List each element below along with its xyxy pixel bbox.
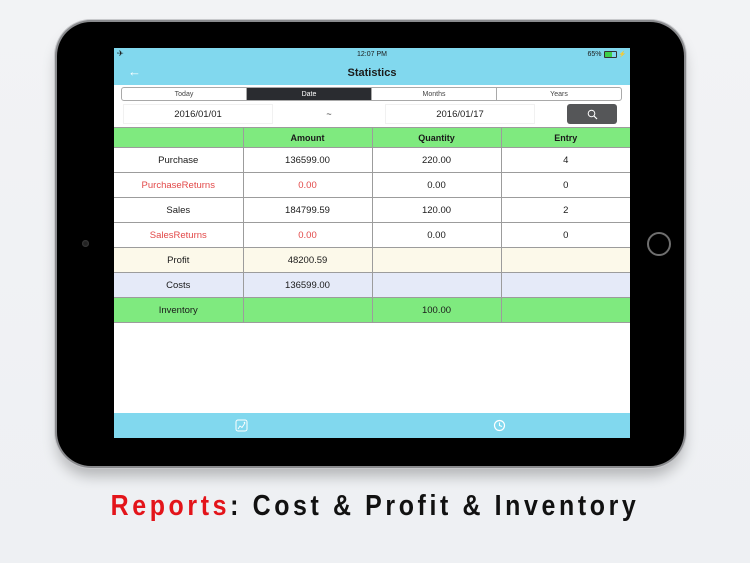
status-time: 12:07 PM <box>357 51 387 58</box>
segment-date[interactable]: Date <box>247 88 372 100</box>
table-row-costs: Costs 136599.00 <box>114 272 630 298</box>
column-header-amount: Amount <box>242 127 373 148</box>
quantity-cell: 120.00 <box>371 197 502 223</box>
page-title: Statistics <box>347 67 397 79</box>
chart-icon[interactable] <box>235 419 248 432</box>
quantity-cell: 220.00 <box>371 147 502 173</box>
table-header-row: Amount Quantity Entry <box>114 127 630 148</box>
date-range-row: 2016/01/01 ~ 2016/01/17 <box>123 104 623 124</box>
row-label: Profit <box>114 247 244 273</box>
clock-icon[interactable] <box>493 419 506 432</box>
date-separator: ~ <box>326 109 332 119</box>
home-button[interactable] <box>647 232 671 256</box>
table-row-purchase-returns[interactable]: PurchaseReturns 0.00 0.00 0 <box>114 172 630 198</box>
nav-bar: ✈ 12:07 PM 65% ⚡ ← Statistics <box>114 48 630 85</box>
amount-cell: 48200.59 <box>242 247 373 273</box>
battery-percent: 65% <box>587 51 602 58</box>
battery-status: 65% ⚡ <box>587 51 626 58</box>
row-label: Costs <box>114 272 244 298</box>
amount-cell: 136599.00 <box>242 147 373 173</box>
table-row-inventory[interactable]: Inventory 100.00 <box>114 297 630 323</box>
entry-cell: 0 <box>500 222 630 248</box>
segment-today[interactable]: Today <box>122 88 247 100</box>
entry-cell: 4 <box>500 147 630 173</box>
quantity-cell <box>371 247 502 273</box>
end-date-field[interactable]: 2016/01/17 <box>385 104 535 124</box>
table-row-sales[interactable]: Sales 184799.59 120.00 2 <box>114 197 630 223</box>
entry-cell <box>500 297 630 323</box>
column-header-label <box>114 127 244 148</box>
bottom-tab-bar <box>114 413 630 438</box>
search-button[interactable] <box>567 104 617 124</box>
front-camera <box>82 240 89 247</box>
column-header-entry: Entry <box>500 127 630 148</box>
row-label: Inventory <box>114 297 244 323</box>
entry-cell: 0 <box>500 172 630 198</box>
table-row-sales-returns[interactable]: SalesReturns 0.00 0.00 0 <box>114 222 630 248</box>
quantity-cell: 100.00 <box>371 297 502 323</box>
promo-caption: Reports: Cost & Profit & Inventory <box>53 490 698 523</box>
caption-highlight: Reports <box>110 490 231 522</box>
caption-rest: : Cost & Profit & Inventory <box>230 490 640 522</box>
amount-cell <box>242 297 373 323</box>
quantity-cell: 0.00 <box>371 222 502 248</box>
column-header-quantity: Quantity <box>371 127 502 148</box>
quantity-cell <box>371 272 502 298</box>
entry-cell <box>500 247 630 273</box>
battery-icon <box>603 51 617 58</box>
row-label: Sales <box>114 197 244 223</box>
amount-cell: 184799.59 <box>242 197 373 223</box>
amount-cell: 0.00 <box>242 222 373 248</box>
row-label: Purchase <box>114 147 244 173</box>
charging-icon: ⚡ <box>618 52 626 58</box>
amount-cell: 0.00 <box>242 172 373 198</box>
row-label: SalesReturns <box>114 222 244 248</box>
entry-cell <box>500 272 630 298</box>
entry-cell: 2 <box>500 197 630 223</box>
amount-cell: 136599.00 <box>242 272 373 298</box>
table-row-profit: Profit 48200.59 <box>114 247 630 273</box>
search-icon <box>587 109 597 119</box>
period-segmented-control: Today Date Months Years <box>121 87 622 101</box>
segment-months[interactable]: Months <box>372 88 497 100</box>
app-screen: ✈ 12:07 PM 65% ⚡ ← Statistics Today Date… <box>114 48 630 438</box>
quantity-cell: 0.00 <box>371 172 502 198</box>
segment-years[interactable]: Years <box>497 88 621 100</box>
table-row-purchase[interactable]: Purchase 136599.00 220.00 4 <box>114 147 630 173</box>
row-label: PurchaseReturns <box>114 172 244 198</box>
statistics-table: Amount Quantity Entry Purchase 136599.00… <box>114 127 630 323</box>
start-date-field[interactable]: 2016/01/01 <box>123 104 273 124</box>
